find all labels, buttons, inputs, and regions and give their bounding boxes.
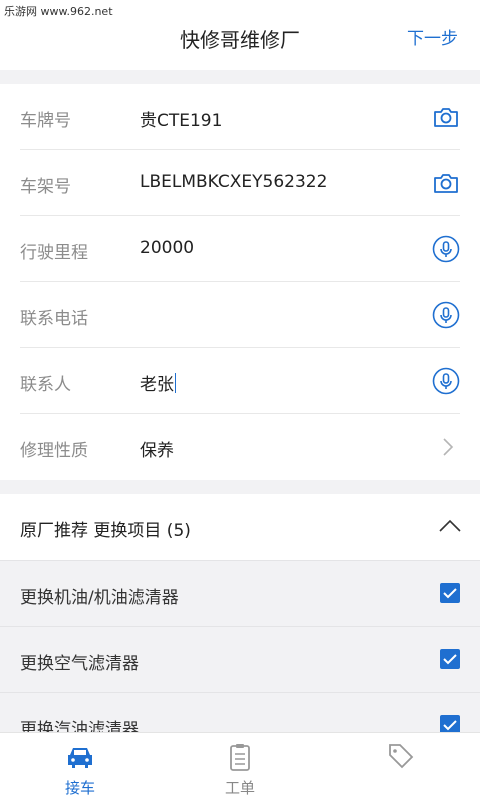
camera-icon[interactable] <box>432 103 460 131</box>
header: 快修哥维修厂 下一步 <box>0 20 480 70</box>
section-title: 原厂推荐 更换项目 (5) <box>20 521 191 541</box>
vehicle-form: 车牌号 贵CTE191 车架号 LBELMBKCXEY562322 行驶里程 2… <box>0 84 480 480</box>
text-cursor <box>175 373 176 393</box>
plate-input[interactable]: 贵CTE191 <box>140 106 222 131</box>
status-bar: 乐游网 www.962.net <box>0 0 480 20</box>
repair-type-value[interactable]: 保养 <box>140 436 174 461</box>
form-row-vin[interactable]: 车架号 LBELMBKCXEY562322 <box>0 150 480 216</box>
item-label: 更换空气滤清器 <box>20 654 139 674</box>
form-row-contact[interactable]: 联系人 老张 <box>0 348 480 414</box>
tab-label: 工单 <box>224 779 255 797</box>
contact-value: 老张 <box>140 375 174 395</box>
tab-pickup[interactable]: 接车 <box>0 733 160 800</box>
tab-third[interactable] <box>320 733 480 800</box>
form-row-plate[interactable]: 车牌号 贵CTE191 <box>0 84 480 150</box>
list-item[interactable]: 更换机油/机油滤清器 <box>0 560 480 626</box>
chevron-right-icon[interactable] <box>432 433 460 461</box>
tab-workorder[interactable]: 工单 <box>160 733 320 800</box>
tag-icon <box>389 744 414 769</box>
checkbox-checked[interactable] <box>440 583 460 603</box>
bottom-tab-bar: 接车 工单 <box>0 732 480 800</box>
phone-label: 联系电话 <box>20 309 88 329</box>
item-label: 更换机油/机油滤清器 <box>20 588 179 608</box>
vin-label: 车架号 <box>20 177 71 197</box>
microphone-icon[interactable] <box>432 235 460 263</box>
plate-label: 车牌号 <box>20 111 71 131</box>
microphone-icon[interactable] <box>432 367 460 395</box>
form-row-phone[interactable]: 联系电话 <box>0 282 480 348</box>
vin-input[interactable]: LBELMBKCXEY562322 <box>140 172 327 192</box>
checkbox-checked[interactable] <box>440 649 460 669</box>
microphone-icon[interactable] <box>432 301 460 329</box>
repair-type-label: 修理性质 <box>20 441 88 461</box>
car-icon <box>68 748 92 768</box>
contact-input[interactable]: 老张 <box>140 370 176 395</box>
next-step-button[interactable]: 下一步 <box>407 24 458 49</box>
recommended-section-header[interactable]: 原厂推荐 更换项目 (5) <box>0 494 480 560</box>
mileage-label: 行驶里程 <box>20 243 88 263</box>
mileage-input[interactable]: 20000 <box>140 238 194 258</box>
tab-label: 接车 <box>64 779 95 797</box>
replacement-items-list: 更换机油/机油滤清器 更换空气滤清器 更换汽油滤清器 <box>0 560 480 758</box>
chevron-up-icon[interactable] <box>438 514 462 538</box>
watermark-text: 乐游网 www.962.net <box>4 5 113 18</box>
clipboard-icon <box>230 744 250 771</box>
form-row-repair-type[interactable]: 修理性质 保养 <box>0 414 480 480</box>
list-item[interactable]: 更换空气滤清器 <box>0 626 480 692</box>
camera-icon[interactable] <box>432 169 460 197</box>
form-row-mileage[interactable]: 行驶里程 20000 <box>0 216 480 282</box>
contact-label: 联系人 <box>20 375 71 395</box>
